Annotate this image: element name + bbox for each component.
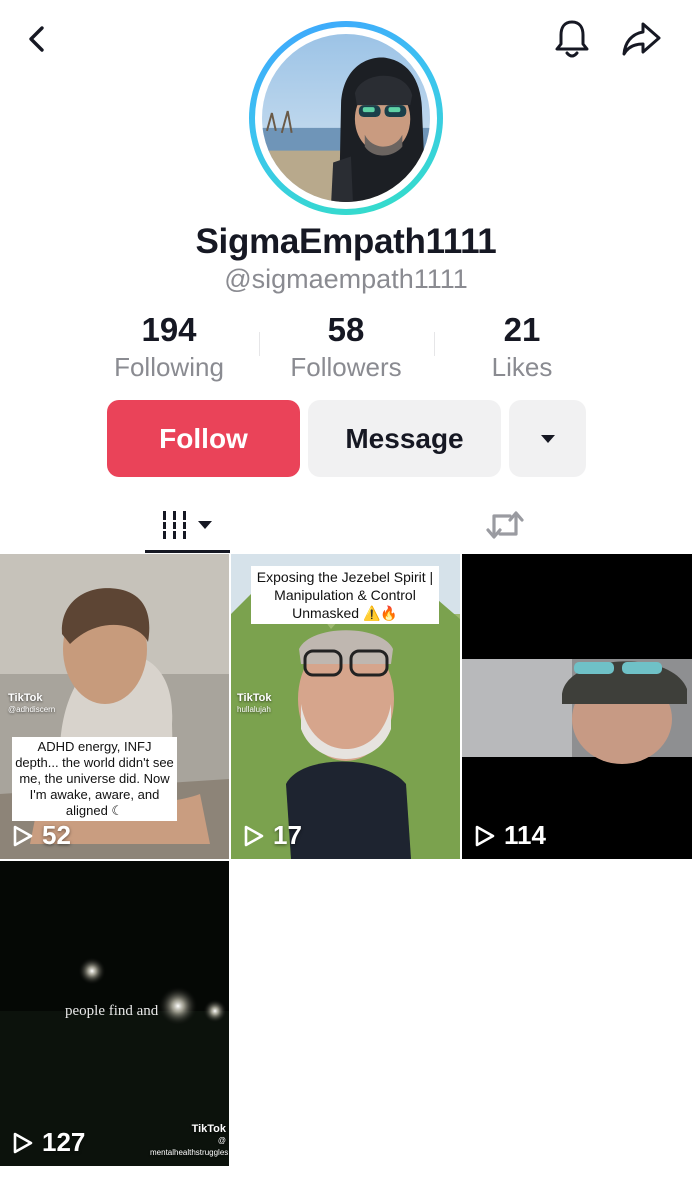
tiktok-watermark: TikTok @adhdiscern <box>8 692 55 716</box>
watermark-logo-text: TikTok <box>237 692 272 704</box>
followers-label: Followers <box>290 352 402 382</box>
share-arrow-icon <box>622 22 661 56</box>
following-label: Following <box>114 352 224 382</box>
repost-icon <box>485 511 524 539</box>
watermark-username: @ mentalhealthstruggles <box>150 1136 229 1157</box>
video-caption-overlay: ADHD energy, INFJ depth... the world did… <box>12 737 177 821</box>
videos-grid-icon <box>159 511 212 539</box>
avatar-frame <box>255 27 437 209</box>
following-count: 194 <box>141 311 197 348</box>
back-button[interactable] <box>14 15 62 63</box>
video-thumbnail[interactable]: 114 <box>462 554 692 859</box>
tab-videos[interactable] <box>145 496 230 554</box>
view-count: 52 <box>10 820 71 851</box>
avatar-ring[interactable] <box>249 21 443 215</box>
stat-followers[interactable]: 58 Followers <box>256 312 436 384</box>
avatar-photo <box>262 34 430 202</box>
notifications-button[interactable] <box>548 15 596 63</box>
watermark-logo-text: TikTok <box>8 692 43 704</box>
message-button[interactable]: Message <box>308 400 501 477</box>
tiktok-watermark: TikTok hullalujah <box>237 692 271 716</box>
view-count: 17 <box>241 820 302 851</box>
play-icon <box>13 825 33 846</box>
play-icon <box>244 825 264 846</box>
video-text-overlay: people find and <box>65 1003 159 1019</box>
video-thumbnail[interactable]: TikTok @adhdiscern ADHD energy, INFJ dep… <box>0 554 229 859</box>
view-count: 127 <box>10 1127 85 1158</box>
stat-following[interactable]: 194 Following <box>79 312 259 384</box>
content-tabs <box>0 496 692 554</box>
display-name: SigmaEmpath1111 <box>195 222 497 261</box>
view-count-value: 114 <box>504 820 546 850</box>
bell-icon <box>555 20 589 58</box>
view-count-value: 127 <box>42 1127 86 1157</box>
likes-label: Likes <box>491 352 553 382</box>
profile-actions: Follow Message <box>0 400 692 478</box>
suggested-accounts-button[interactable] <box>509 400 586 477</box>
caret-down-icon <box>540 434 555 443</box>
video-caption-overlay: Exposing the Jezebel Spirit | Manipulati… <box>251 566 439 624</box>
tab-reposts[interactable] <box>462 496 547 554</box>
profile-stats: 194 Following 58 Followers 21 Likes <box>0 312 692 384</box>
view-count: 114 <box>472 820 546 851</box>
username-handle: @sigmaempath1111 <box>224 264 468 294</box>
tiktok-watermark: TikTok @ mentalhealthstruggles <box>150 1123 229 1159</box>
video-thumbnail-image <box>462 554 692 859</box>
avatar <box>262 34 430 202</box>
share-button[interactable] <box>617 15 665 63</box>
likes-count: 21 <box>503 311 541 348</box>
watermark-username: @adhdiscern <box>8 705 56 714</box>
followers-count: 58 <box>327 311 365 348</box>
back-chevron-icon <box>29 26 44 52</box>
play-icon <box>475 825 495 846</box>
stat-likes[interactable]: 21 Likes <box>432 312 612 384</box>
view-count-value: 52 <box>42 820 71 850</box>
follow-button[interactable]: Follow <box>107 400 300 477</box>
active-tab-indicator <box>145 550 230 553</box>
video-thumbnail[interactable]: Exposing the Jezebel Spirit | Manipulati… <box>231 554 460 859</box>
watermark-username: hullalujah <box>237 705 271 714</box>
video-thumbnail[interactable]: people find and TikTok @ mentalhealthstr… <box>0 861 229 1166</box>
play-icon <box>13 1132 33 1153</box>
view-count-value: 17 <box>273 820 302 850</box>
watermark-logo-text: TikTok <box>191 1123 226 1135</box>
